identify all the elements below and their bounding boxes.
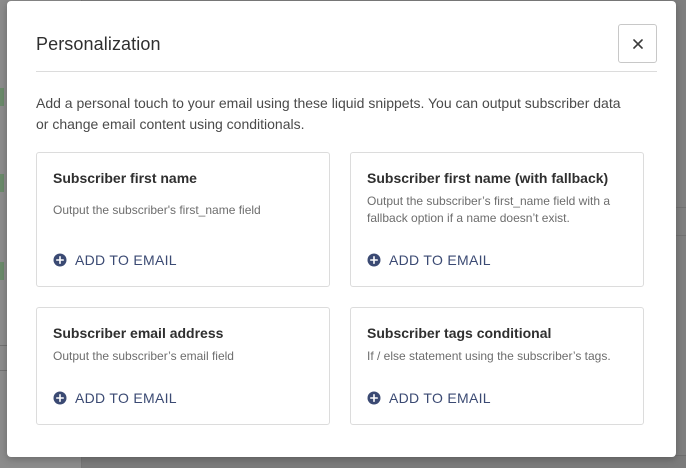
add-to-email-button[interactable]: ADD TO EMAIL <box>367 390 491 406</box>
snippet-title: Subscriber first name <box>53 170 197 186</box>
snippet-description: Output the subscriber's first_name field <box>53 203 261 217</box>
add-to-email-button[interactable]: ADD TO EMAIL <box>53 390 177 406</box>
close-icon <box>632 38 643 49</box>
add-to-email-label: ADD TO EMAIL <box>75 252 177 268</box>
plus-circle-icon <box>53 391 67 405</box>
background-marker <box>0 174 4 192</box>
add-to-email-label: ADD TO EMAIL <box>389 390 491 406</box>
plus-circle-icon <box>367 253 381 267</box>
plus-circle-icon <box>367 391 381 405</box>
snippet-card-first-name: Subscriber first name Output the subscri… <box>36 152 330 287</box>
title-divider <box>36 71 657 72</box>
snippet-description: If / else statement using the subscriber… <box>367 349 611 363</box>
close-button[interactable] <box>618 24 657 63</box>
personalization-modal: Personalization Add a personal touch to … <box>7 1 676 457</box>
add-to-email-label: ADD TO EMAIL <box>75 390 177 406</box>
plus-circle-icon <box>53 253 67 267</box>
snippet-card-email-address: Subscriber email address Output the subs… <box>36 307 330 425</box>
snippet-description: Output the subscriber’s first_name field… <box>367 194 611 225</box>
add-to-email-button[interactable]: ADD TO EMAIL <box>367 252 491 268</box>
snippet-title: Subscriber tags conditional <box>367 325 552 341</box>
background-marker <box>0 262 4 280</box>
snippet-card-tags-conditional: Subscriber tags conditional If / else st… <box>350 307 644 425</box>
add-to-email-label: ADD TO EMAIL <box>389 252 491 268</box>
add-to-email-button[interactable]: ADD TO EMAIL <box>53 252 177 268</box>
modal-description: Add a personal touch to your email using… <box>36 95 621 132</box>
snippet-title: Subscriber first name (with fallback) <box>367 170 609 186</box>
background-divider <box>676 207 686 208</box>
snippet-description: Output the subscriber’s email field <box>53 349 234 363</box>
background-divider <box>0 370 7 371</box>
snippet-card-first-name-fallback: Subscriber first name (with fallback) Ou… <box>350 152 644 287</box>
modal-title: Personalization <box>36 34 161 54</box>
background-marker <box>0 88 4 106</box>
background-divider <box>0 345 7 346</box>
background-divider <box>676 235 686 236</box>
snippet-title: Subscriber email address <box>53 325 224 341</box>
